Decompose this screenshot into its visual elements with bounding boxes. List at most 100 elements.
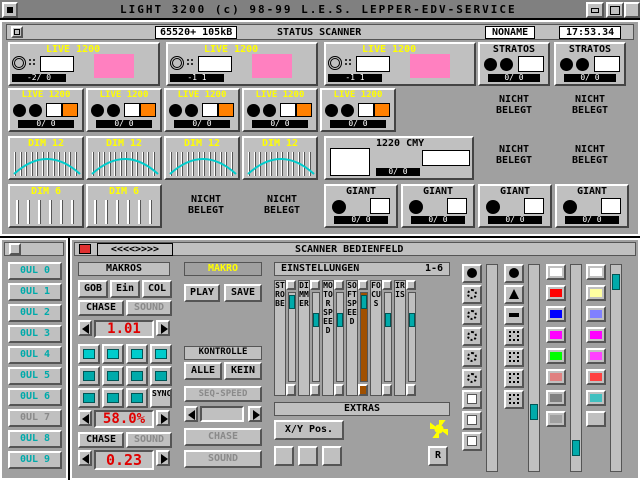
gobo-b-0[interactable] [504,264,524,283]
color-swatch-a[interactable] [546,348,566,364]
color-swatch-b[interactable] [586,390,606,406]
fixture-tile-live-wide[interactable]: LIVE 1200 -1 1 [166,42,318,86]
reset-button[interactable]: R [428,446,448,466]
channel-button[interactable]: 0UL 1 [8,283,62,301]
makro-next-button[interactable] [156,320,170,336]
color-swatch-a[interactable] [546,306,566,322]
circle-icon[interactable] [78,344,100,364]
gobo-button-8[interactable] [462,432,482,451]
color-swatch-a[interactable] [546,369,566,385]
slider-down-button[interactable] [286,384,296,396]
color-swatch-b[interactable] [586,306,606,322]
slider-track[interactable] [360,292,368,382]
col-button[interactable]: COL [142,280,172,298]
makro-sound-button[interactable]: SOUND [126,300,172,316]
time-next-button[interactable] [156,450,170,466]
slider-5[interactable]: IRIS [394,280,416,398]
gobo-button-4[interactable] [462,348,482,367]
square-icon[interactable] [126,366,148,386]
lamp-icon[interactable] [274,446,294,466]
xy-position-button[interactable]: X/Y Pos. [274,420,344,440]
bars-icon[interactable] [150,344,172,364]
ramp-icon[interactable] [126,344,148,364]
color-swatch-a[interactable] [546,327,566,343]
fixture-tile-live-wide[interactable]: LIVE 1200 -2/ 0 [8,42,160,86]
slider-knob[interactable] [361,295,367,309]
sun-icon[interactable] [430,420,448,438]
gobo-button-3[interactable] [462,327,482,346]
fixture-tile-live[interactable]: LIVE 1200 0/ 0 [164,88,240,132]
fixture-tile-dim12[interactable]: DIM 12 [164,136,240,180]
speed-next-button[interactable] [248,406,262,422]
fixture-tile-dim12[interactable]: DIM 12 [8,136,84,180]
gobo-b-3[interactable] [504,327,524,346]
slider-down-button[interactable] [406,384,416,396]
slider-knob[interactable] [313,313,319,327]
channel-button[interactable]: 0UL 8 [8,430,62,448]
sound-button[interactable]: SOUND [126,432,172,448]
slider-3[interactable]: SOFT SPEED [346,280,368,398]
slider-track[interactable] [312,292,320,382]
channel-button[interactable]: 0UL 6 [8,388,62,406]
status-close-button[interactable] [11,26,23,38]
slider-track[interactable] [336,292,344,382]
alle-button[interactable]: ALLE [184,362,222,380]
bomb-icon[interactable] [322,446,342,466]
slider-up-button[interactable] [406,280,416,290]
fixture-tile-live-wide[interactable]: LIVE 1200 -1 1 [324,42,476,86]
slider-up-button[interactable] [334,280,344,290]
gobo-b-6[interactable] [504,390,524,409]
color-swatch-b[interactable] [586,348,606,364]
play-button[interactable]: PLAY [184,284,220,302]
slider-knob[interactable] [337,313,343,327]
slider-4[interactable]: FOCUS [370,280,392,398]
gobo-b-5[interactable] [504,369,524,388]
color-swatch-b[interactable] [586,411,606,427]
channel-button[interactable]: 0UL 7 [8,409,62,427]
square-icon[interactable] [102,366,124,386]
fixture-tile-giant[interactable]: GIANT 0/ 0 [478,184,552,228]
gobo-button-2[interactable] [462,306,482,325]
seq-speed-button[interactable]: SEQ-SPEED [184,386,262,402]
fixture-tile-giant[interactable]: GIANT 0/ 0 [324,184,398,228]
ein-button[interactable]: Ein [110,280,140,298]
window-maximize-button[interactable] [606,2,624,18]
fixture-tile-live[interactable]: LIVE 1200 0/ 0 [320,88,396,132]
color-swatch-a[interactable] [546,285,566,301]
slider-up-button[interactable] [358,280,368,290]
color-b-scroll-knob[interactable] [612,274,620,290]
channel-button[interactable]: 0UL 3 [8,325,62,343]
channel-button[interactable]: 0UL 0 [8,262,62,280]
kein-button[interactable]: KEIN [224,362,262,380]
slider-knob[interactable] [409,313,415,327]
gobo-b-scroll-track[interactable] [528,264,540,472]
makro-chase-button[interactable]: CHASE [78,300,124,316]
slider-2[interactable]: MOTOR SPEED [322,280,344,398]
gobo-scroll-track[interactable] [486,264,498,472]
down-arrow-icon[interactable] [126,388,148,408]
fixture-tile-giant[interactable]: GIANT 0/ 0 [555,184,629,228]
fixture-tile-live[interactable]: LIVE 1200 0/ 0 [86,88,162,132]
color-swatch-b[interactable] [586,327,606,343]
gob-button[interactable]: GOB [78,280,108,298]
pct-next-button[interactable] [156,410,170,426]
slider-up-button[interactable] [286,280,296,290]
panel-close-button[interactable] [79,244,91,254]
fixture-tile-cmy[interactable]: 1220 CMY 0/ 0 [324,136,474,180]
fixture-tile-stratos[interactable]: STRATOS 0/ 0 [478,42,550,86]
color-a-scroll-knob[interactable] [572,440,580,456]
fixture-tile-stratos[interactable]: STRATOS 0/ 0 [554,42,626,86]
slider-knob[interactable] [385,313,391,327]
gobo-button-1[interactable] [462,285,482,304]
fixture-tile-dim12[interactable]: DIM 12 [242,136,318,180]
arrows-icon[interactable] [78,388,100,408]
chase-button[interactable]: CHASE [78,432,124,448]
time-prev-button[interactable] [78,450,92,466]
sync-button[interactable]: SYNC [150,388,172,408]
window-close-button[interactable] [2,2,18,18]
pct-prev-button[interactable] [78,410,92,426]
fixture-tile-dim12[interactable]: DIM 12 [86,136,162,180]
slider-knob[interactable] [289,295,295,309]
makro-prev-button[interactable] [78,320,92,336]
color-b-scroll-track[interactable] [610,264,622,472]
